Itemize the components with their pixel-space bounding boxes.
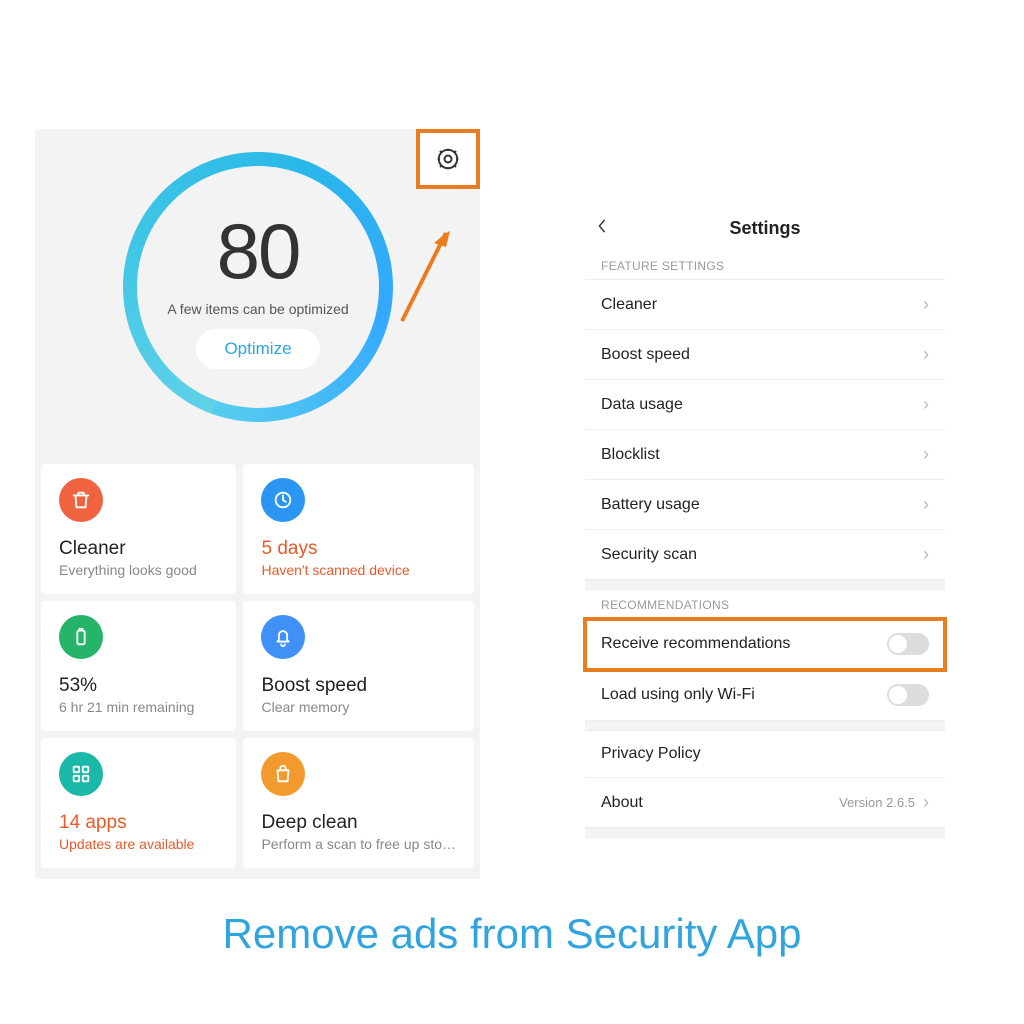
card-subtitle: Updates are available (59, 836, 218, 852)
about-label: About (601, 794, 643, 812)
annotation-arrow-icon (390, 219, 460, 329)
feature-card[interactable]: 53% 6 hr 21 min remaining (41, 601, 236, 731)
chevron-right-icon: › (923, 792, 929, 813)
settings-row-label: Blocklist (601, 446, 660, 464)
toggle-switch[interactable] (887, 633, 929, 655)
feature-card[interactable]: Cleaner Everything looks good (41, 464, 236, 594)
settings-row-label: Security scan (601, 546, 697, 564)
toggle-switch[interactable] (887, 684, 929, 706)
settings-row-label: Receive recommendations (601, 635, 790, 653)
security-app-screen: 80 A few items can be optimized Optimize… (35, 129, 480, 879)
chevron-right-icon: › (923, 394, 929, 415)
card-title: Cleaner (59, 538, 218, 560)
section-divider (585, 580, 945, 590)
card-subtitle: 6 hr 21 min remaining (59, 699, 218, 715)
settings-title: Settings (595, 218, 935, 239)
card-title: Boost speed (261, 675, 456, 697)
optimize-button[interactable]: Optimize (196, 329, 319, 369)
tutorial-caption: Remove ads from Security App (0, 910, 1024, 958)
bag-icon (261, 752, 305, 796)
card-subtitle: Perform a scan to free up sto… (261, 836, 456, 852)
section-divider (585, 828, 945, 838)
settings-row[interactable]: Battery usage › (585, 480, 945, 530)
gear-icon (435, 146, 461, 172)
receive-recommendations-row[interactable]: Receive recommendations (585, 619, 945, 670)
privacy-policy-row[interactable]: Privacy Policy (585, 731, 945, 778)
feature-card[interactable]: 5 days Haven't scanned device (243, 464, 474, 594)
section-divider (585, 721, 945, 731)
settings-row[interactable]: Cleaner › (585, 280, 945, 330)
card-subtitle: Everything looks good (59, 562, 218, 578)
settings-row[interactable]: Blocklist › (585, 430, 945, 480)
score-panel: 80 A few items can be optimized Optimize (35, 129, 480, 464)
card-title: Deep clean (261, 812, 456, 834)
score-value: 80 (217, 206, 300, 297)
settings-row[interactable]: Data usage › (585, 380, 945, 430)
card-title: 5 days (261, 538, 456, 560)
privacy-policy-label: Privacy Policy (601, 745, 701, 763)
feature-cards-grid: Cleaner Everything looks good 5 days Haven'… (35, 464, 480, 868)
score-caption: A few items can be optimized (167, 301, 348, 317)
chevron-right-icon: › (923, 444, 929, 465)
about-version: Version 2.6.5 (839, 795, 915, 810)
settings-header: Settings (585, 210, 945, 251)
grid-icon (59, 752, 103, 796)
about-row[interactable]: About Version 2.6.5 › (585, 778, 945, 828)
chevron-right-icon: › (923, 544, 929, 565)
chevron-right-icon: › (923, 294, 929, 315)
settings-row-label: Boost speed (601, 346, 690, 364)
chevron-right-icon: › (923, 494, 929, 515)
section-label-feature: FEATURE SETTINGS (585, 251, 945, 280)
chevron-right-icon: › (923, 344, 929, 365)
settings-row-label: Load using only Wi-Fi (601, 686, 755, 704)
settings-row-label: Cleaner (601, 296, 657, 314)
score-ring: 80 A few items can be optimized Optimize (123, 152, 393, 422)
battery-icon (59, 615, 103, 659)
settings-button[interactable] (416, 129, 480, 189)
settings-row[interactable]: Boost speed › (585, 330, 945, 380)
feature-card[interactable]: Boost speed Clear memory (243, 601, 474, 731)
card-subtitle: Clear memory (261, 699, 456, 715)
feature-card[interactable]: 14 apps Updates are available (41, 738, 236, 868)
settings-row-label: Battery usage (601, 496, 700, 514)
card-subtitle: Haven't scanned device (261, 562, 456, 578)
settings-screen: Settings FEATURE SETTINGS Cleaner›Boost … (585, 210, 945, 838)
bell-icon (261, 615, 305, 659)
trash-icon (59, 478, 103, 522)
card-title: 53% (59, 675, 218, 697)
settings-row-label: Data usage (601, 396, 683, 414)
settings-toggle-row[interactable]: Load using only Wi-Fi (585, 670, 945, 721)
scan-icon (261, 478, 305, 522)
card-title: 14 apps (59, 812, 218, 834)
feature-card[interactable]: Deep clean Perform a scan to free up sto… (243, 738, 474, 868)
settings-row[interactable]: Security scan › (585, 530, 945, 580)
section-label-recommendations: RECOMMENDATIONS (585, 590, 945, 619)
